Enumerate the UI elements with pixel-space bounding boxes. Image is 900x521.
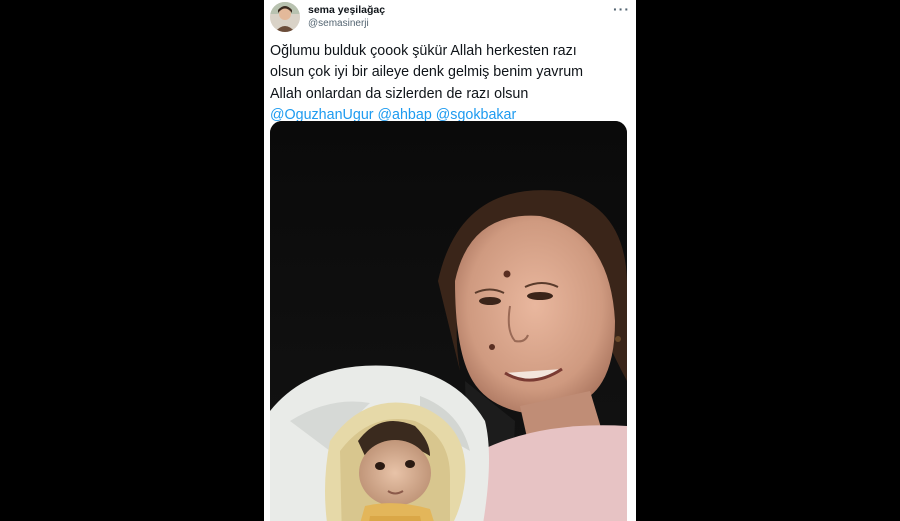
display-name[interactable]: sema yeşilağaç — [308, 4, 385, 16]
tweet-text-line: Allah onlardan da sizlerden de razı olsu… — [270, 85, 529, 102]
tweet-text: Oğlumu bulduk çoook şükür Allah herkeste… — [270, 41, 630, 127]
tweet-text-line: Oğlumu bulduk çoook şükür Allah herkeste… — [270, 43, 577, 59]
tweet-text-line: olsun çok iyi bir aileye denk gelmiş ben… — [270, 64, 584, 81]
avatar[interactable] — [270, 2, 300, 32]
user-handle[interactable]: @semasinerji — [308, 18, 369, 29]
tweet-card: sema yeşilağaç @semasinerji ··· Oğlumu b… — [264, 0, 636, 521]
more-horizontal-icon[interactable]: ··· — [613, 1, 630, 17]
tweet-photo[interactable] — [270, 121, 627, 521]
